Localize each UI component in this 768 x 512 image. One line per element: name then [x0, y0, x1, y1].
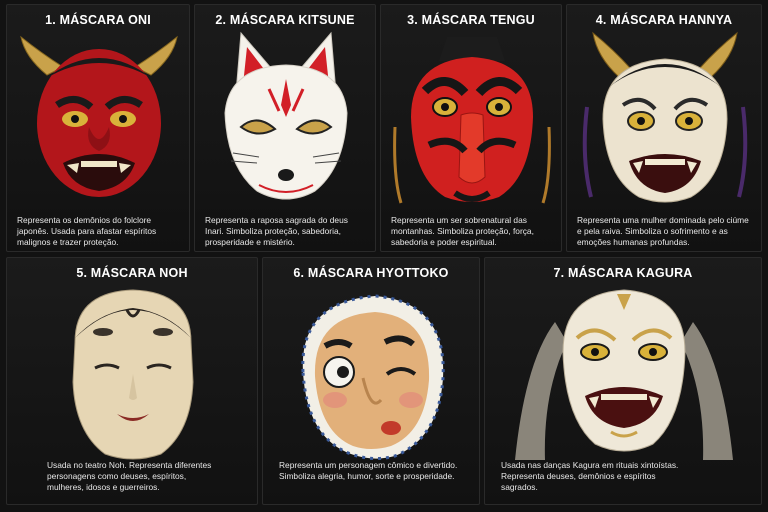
oni-mask-image	[20, 35, 178, 197]
hyottoko-mask-image	[301, 294, 445, 461]
card-title: 4. MÁSCARA HANNYA	[595, 13, 733, 27]
hannya-mask-image	[582, 31, 748, 203]
mask-card-noh: 5. MÁSCARA NOH Usada no teatro Noh. Repr…	[6, 257, 258, 505]
card-description: Usada nas danças Kagura em rituais xinto…	[501, 460, 679, 492]
mask-card-kagura: 7. MÁSCARA KAGURA Usada nas danças Kagur…	[484, 257, 762, 505]
mask-card-oni: 1. MÁSCARA ONI Representa os demônios do…	[6, 4, 190, 252]
card-title: 5. MÁSCARA NOH	[76, 266, 188, 280]
mask-card-hyottoko: 6. MÁSCARA HYOTTOKO Representa um person…	[262, 257, 480, 505]
card-title: 1. MÁSCARA ONI	[45, 13, 151, 27]
card-title: 3. MÁSCARA TENGU	[407, 13, 535, 27]
card-description: Representa a raposa sagrada do deus Inar…	[205, 215, 348, 247]
mask-card-hannya: 4. MÁSCARA HANNYA Representa uma mulher …	[566, 4, 762, 252]
mask-card-kitsune: 2. MÁSCARA KITSUNE Representa a raposa s…	[194, 4, 376, 252]
card-description: Usada no teatro Noh. Representa diferent…	[47, 460, 212, 492]
card-title: 6. MÁSCARA HYOTTOKO	[293, 266, 449, 280]
card-description: Representa os demônios do folclore japon…	[17, 215, 157, 247]
card-title: 2. MÁSCARA KITSUNE	[215, 13, 355, 27]
card-description: Representa um personagem cômico e divert…	[279, 460, 458, 481]
tengu-mask-image	[393, 37, 551, 204]
kitsune-mask-image	[224, 31, 348, 200]
kagura-mask-image	[515, 289, 733, 460]
card-description: Representa um ser sobrenatural das monta…	[391, 215, 534, 247]
card-description: Representa uma mulher dominada pelo ciúm…	[577, 215, 749, 247]
card-title: 7. MÁSCARA KAGURA	[553, 266, 693, 280]
noh-mask-image	[72, 289, 194, 460]
mask-card-tengu: 3. MÁSCARA TENGU Representa um ser sobre…	[380, 4, 562, 252]
